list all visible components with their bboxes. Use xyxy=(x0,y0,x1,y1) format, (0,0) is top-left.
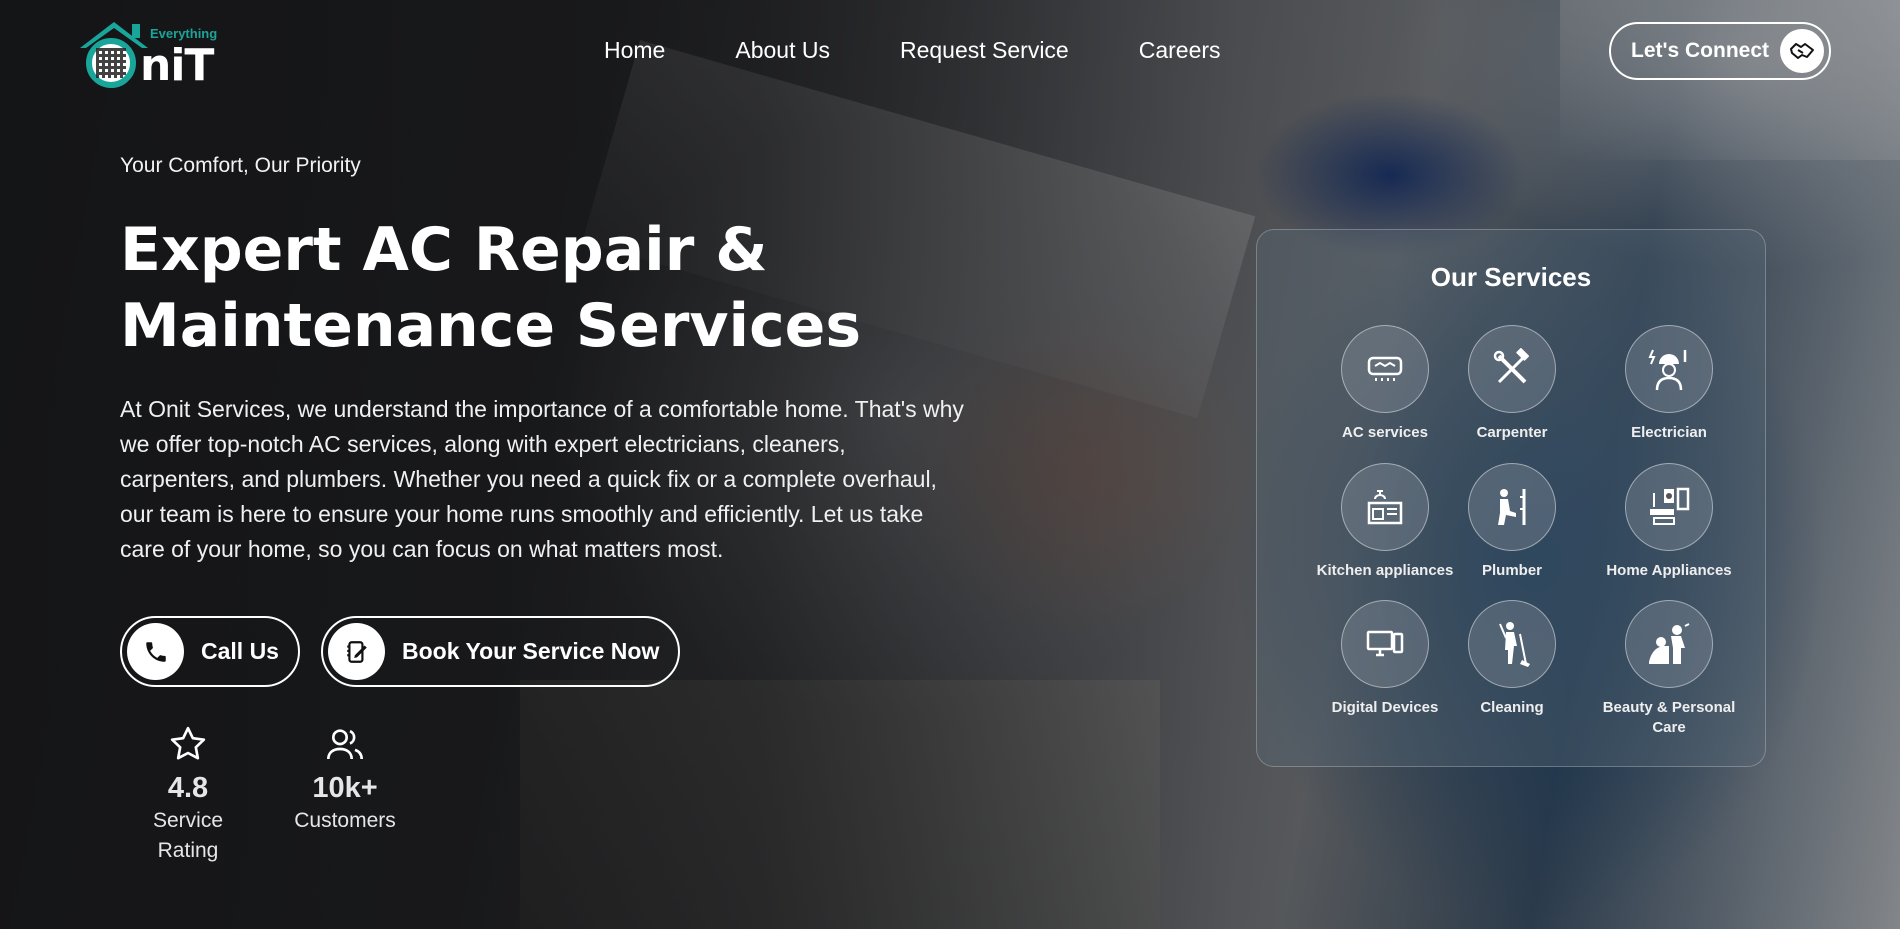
service-carpenter[interactable]: Carpenter xyxy=(1427,325,1597,443)
site-header: Everything niT Home About Us Request Ser… xyxy=(0,0,1900,100)
customers-value: 10k+ xyxy=(312,772,378,804)
service-label: Cleaning xyxy=(1480,699,1544,716)
logo-text: niT xyxy=(140,40,214,91)
service-cleaning[interactable]: Cleaning xyxy=(1427,600,1597,718)
qr-code-icon xyxy=(96,48,126,78)
customers-label: Customers xyxy=(294,809,396,832)
service-label: Electrician xyxy=(1631,424,1707,441)
nav-home[interactable]: Home xyxy=(604,36,665,64)
rating-label: Service Rating xyxy=(152,809,224,862)
lets-connect-button[interactable]: Let's Connect xyxy=(1609,22,1831,80)
hero-tagline: Your Comfort, Our Priority xyxy=(120,154,361,177)
service-label: Home Appliances xyxy=(1606,562,1732,579)
main-nav: Home About Us Request Service Careers xyxy=(604,36,1291,64)
services-title: Our Services xyxy=(1430,262,1592,292)
cleaning-icon xyxy=(1468,600,1556,688)
rating-value: 4.8 xyxy=(167,772,209,804)
hero-description-line: our team is here to ensure your home run… xyxy=(120,501,924,527)
hero-description-line: carpenters, and plumbers. Whether you ne… xyxy=(120,466,937,492)
hero-title-line-1: Expert AC Repair & xyxy=(120,215,768,285)
star-icon xyxy=(120,724,256,770)
tools-icon xyxy=(1468,325,1556,413)
logo-small-text: Everything xyxy=(150,26,218,41)
services-panel: Our Services AC services Carpenter Elect… xyxy=(1256,229,1766,767)
call-us-button[interactable]: Call Us xyxy=(120,616,300,687)
users-icon xyxy=(293,724,397,770)
stat-customers: 10k+ Customers xyxy=(293,724,397,836)
hero-description-line: care of your home, so you can focus on w… xyxy=(120,536,724,562)
site-logo[interactable]: Everything niT xyxy=(76,16,226,88)
hero-title: Expert AC Repair & Maintenance Services xyxy=(120,212,1020,364)
electrician-icon xyxy=(1625,325,1713,413)
service-plumber[interactable]: Plumber xyxy=(1427,463,1597,581)
call-us-label: Call Us xyxy=(201,638,279,664)
service-home-appliances[interactable]: Home Appliances xyxy=(1584,463,1754,581)
hero-description: At Onit Services, we understand the impo… xyxy=(120,392,1030,567)
phone-icon xyxy=(127,623,184,680)
nav-request-service[interactable]: Request Service xyxy=(900,36,1069,64)
service-label: Carpenter xyxy=(1476,424,1548,441)
kitchen-icon xyxy=(1341,463,1429,551)
handshake-icon xyxy=(1780,29,1824,73)
book-service-button[interactable]: Book Your Service Now xyxy=(321,616,680,687)
ac-unit-icon xyxy=(1341,325,1429,413)
service-label: Plumber xyxy=(1481,562,1542,579)
hero-description-line: we offer top-notch AC services, along wi… xyxy=(120,431,846,457)
hero-description-line: At Onit Services, we understand the impo… xyxy=(120,396,964,422)
stat-service-rating: 4.8 Service Rating xyxy=(120,724,256,866)
beauty-icon xyxy=(1625,600,1713,688)
service-beauty-personal-care[interactable]: Beauty & Personal Care xyxy=(1584,600,1754,738)
nav-about-us[interactable]: About Us xyxy=(735,36,830,64)
nav-careers[interactable]: Careers xyxy=(1139,36,1221,64)
hero-title-line-2: Maintenance Services xyxy=(120,291,862,361)
service-label: Beauty & Personal Care xyxy=(1602,699,1736,736)
service-electrician[interactable]: Electrician xyxy=(1584,325,1754,443)
book-service-label: Book Your Service Now xyxy=(402,638,660,664)
plumber-icon xyxy=(1468,463,1556,551)
devices-icon xyxy=(1341,600,1429,688)
edit-note-icon xyxy=(328,623,385,680)
appliances-icon xyxy=(1625,463,1713,551)
lets-connect-label: Let's Connect xyxy=(1631,39,1770,62)
